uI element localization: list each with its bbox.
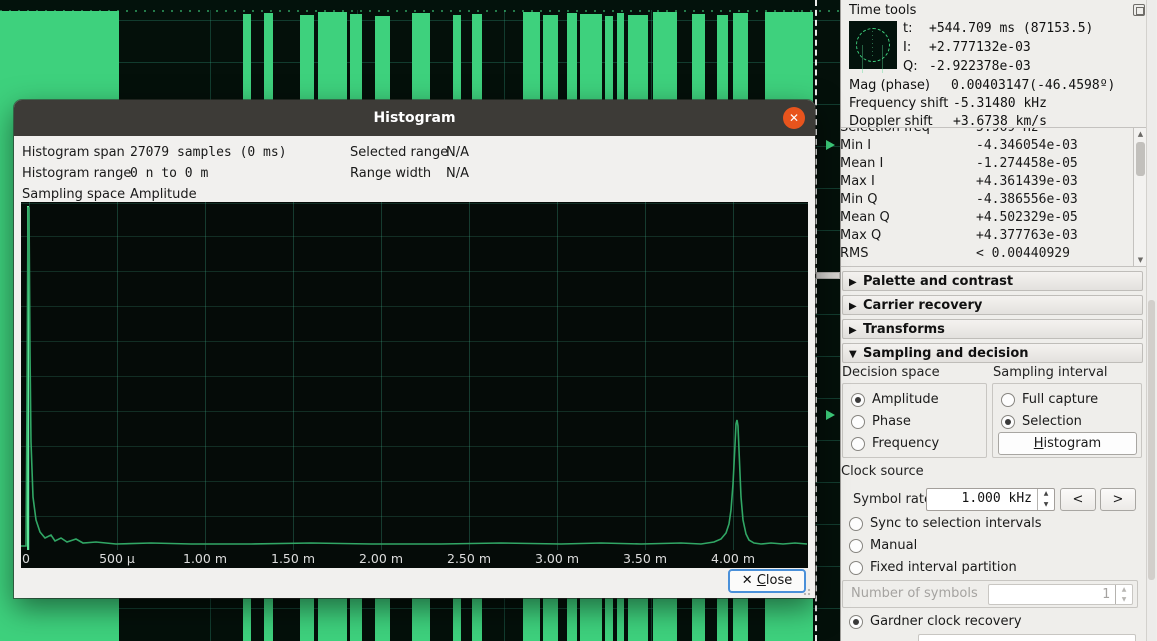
time-row: t:+544.709 ms (87153.5) xyxy=(903,20,1093,38)
section-carrier-recovery[interactable]: ▶Carrier recovery xyxy=(842,295,1143,315)
x-tick-label: 3.00 m xyxy=(535,551,579,566)
x-tick-label: 3.50 m xyxy=(623,551,667,566)
radio-dot xyxy=(1001,415,1015,429)
spin-up-icon: ▲ xyxy=(1116,585,1132,595)
close-button[interactable]: ✕ Close xyxy=(728,569,806,593)
radio-dot xyxy=(1001,393,1015,407)
splitter-handle[interactable] xyxy=(816,272,840,279)
histogram-button[interactable]: Histogram xyxy=(998,432,1137,455)
radio-gardner-clock-recovery[interactable]: Gardner clock recovery xyxy=(849,614,1022,630)
histogram-curve xyxy=(21,202,808,550)
scrollbar-thumb[interactable] xyxy=(1148,300,1155,580)
symbol-rate-increase-button[interactable]: > xyxy=(1100,488,1136,511)
time-tools-panel: Time tools t:+544.709 ms (87153.5) I:+2.… xyxy=(840,0,1157,641)
measurement-scroll-area: Selection freq5.969 HzMin I-4.346054e-03… xyxy=(841,127,1147,267)
x-tick-label: 4.00 m xyxy=(711,551,755,566)
radio-dot xyxy=(851,393,865,407)
symbol-rate-label: Symbol rate xyxy=(853,492,932,507)
sidebar-scrollbar[interactable] xyxy=(1146,0,1156,641)
close-x-icon: ✕ xyxy=(742,573,753,588)
x-axis: 0 500 µ 1.00 m 1.50 m 2.00 m 2.50 m 3.00 m 3.50… xyxy=(21,550,808,568)
radio-full-capture[interactable]: Full capture xyxy=(1001,392,1098,408)
collapsed-arrow-icon: ▶ xyxy=(849,297,863,316)
mag-phase-row: Mag (phase)0.00403147(-46.4598º) xyxy=(849,77,1115,95)
section-transforms[interactable]: ▶Transforms xyxy=(842,319,1143,339)
number-of-symbols-spinbox[interactable]: 1 ▲ ▼ xyxy=(988,584,1133,605)
collapsed-arrow-icon: ▶ xyxy=(849,273,863,292)
radio-fixed-interval-partition[interactable]: Fixed interval partition xyxy=(849,560,1017,576)
radio-dot xyxy=(849,539,863,553)
histogram-plot[interactable]: 0 500 µ 1.00 m 1.50 m 2.00 m 2.50 m 3.00 m 3.50… xyxy=(21,202,808,568)
x-tick-label: 1.50 m xyxy=(271,551,315,566)
radio-selection[interactable]: Selection xyxy=(1001,414,1082,430)
x-tick-label: 1.00 m xyxy=(183,551,227,566)
expanded-arrow-icon: ▼ xyxy=(849,345,863,364)
measurement-row: RMS< 0.00440929 xyxy=(841,245,1133,263)
measurement-row: Max I+4.361439e-03 xyxy=(841,173,1133,191)
app-window: Time tools t:+544.709 ms (87153.5) I:+2.… xyxy=(0,0,1157,641)
close-icon[interactable]: ✕ xyxy=(783,107,805,129)
measurement-list: Selection freq5.969 HzMin I-4.346054e-03… xyxy=(841,128,1133,263)
measurement-row: Min Q-4.386556e-03 xyxy=(841,191,1133,209)
i-row: I:+2.777132e-03 xyxy=(903,39,1031,57)
spinner-arrows[interactable]: ▲ ▼ xyxy=(1037,489,1054,510)
float-panel-icon[interactable] xyxy=(1133,4,1145,16)
decision-space-group: Amplitude Phase Frequency xyxy=(842,383,987,458)
x-tick-label: 2.50 m xyxy=(447,551,491,566)
decision-space-label: Decision space xyxy=(842,365,940,380)
radio-manual[interactable]: Manual xyxy=(849,538,917,554)
histogram-dialog: Histogram ✕ Histogram span27079 samples … xyxy=(14,100,815,598)
sampling-interval-label: Sampling interval xyxy=(993,365,1108,380)
measurement-row: Mean I-1.274458e-05 xyxy=(841,155,1133,173)
collapsed-arrow-icon: ▶ xyxy=(849,321,863,340)
dialog-title: Histogram xyxy=(14,100,815,136)
radio-dot xyxy=(849,615,863,629)
resize-grip[interactable] xyxy=(803,586,813,596)
radio-frequency[interactable]: Frequency xyxy=(851,436,939,452)
radio-dot xyxy=(849,517,863,531)
x-tick-label: 0 xyxy=(22,551,30,566)
spin-up-icon: ▲ xyxy=(1038,489,1054,500)
scrollbar-thumb[interactable] xyxy=(1136,142,1145,176)
spin-down-icon: ▼ xyxy=(1116,595,1132,605)
spinner-arrows: ▲ ▼ xyxy=(1115,585,1132,604)
x-tick-label: 2.00 m xyxy=(359,551,403,566)
x-tick-label: 500 µ xyxy=(99,551,135,566)
measurement-row: Selection freq5.969 Hz xyxy=(841,127,1133,137)
marker-arrow-icon xyxy=(826,140,835,150)
symbol-rate-spinbox[interactable]: 1.000 kHz ▲ ▼ xyxy=(926,488,1055,511)
radio-sync-to-selection-intervals[interactable]: Sync to selection intervals xyxy=(849,516,1042,532)
dialog-titlebar[interactable]: Histogram ✕ xyxy=(14,100,815,136)
measurement-row: Min I-4.346054e-03 xyxy=(841,137,1133,155)
radio-dot xyxy=(849,561,863,575)
measurement-row: Mean Q+4.502329e-05 xyxy=(841,209,1133,227)
radio-dot xyxy=(851,437,865,451)
clipped-bottom-widget xyxy=(918,634,1136,641)
spin-down-icon: ▼ xyxy=(1038,500,1054,511)
clock-source-label: Clock source xyxy=(841,464,924,479)
frequency-shift-row: Frequency shift-5.31480 kHz xyxy=(849,95,1047,113)
radio-dot xyxy=(851,415,865,429)
marker-arrow-icon xyxy=(826,410,835,420)
sampling-interval-group: Full capture Selection Histogram xyxy=(992,383,1142,458)
measurement-scrollbar[interactable]: ▲ ▼ xyxy=(1133,128,1147,266)
symbol-rate-decrease-button[interactable]: < xyxy=(1060,488,1096,511)
section-palette-and-contrast[interactable]: ▶Palette and contrast xyxy=(842,271,1143,291)
constellation-icon xyxy=(849,21,897,69)
radio-phase[interactable]: Phase xyxy=(851,414,911,430)
selection-boundary-line[interactable] xyxy=(815,0,817,641)
measurement-row: Max Q+4.377763e-03 xyxy=(841,227,1133,245)
radio-amplitude[interactable]: Amplitude xyxy=(851,392,939,408)
number-of-symbols-label: Number of symbols xyxy=(851,586,978,601)
number-of-symbols-group: Number of symbols 1 ▲ ▼ xyxy=(842,580,1138,608)
panel-title: Time tools xyxy=(849,3,916,18)
waveform-top-strip xyxy=(0,0,840,10)
q-row: Q:-2.922378e-03 xyxy=(903,58,1031,76)
section-sampling-and-decision[interactable]: ▼Sampling and decision xyxy=(842,343,1143,363)
